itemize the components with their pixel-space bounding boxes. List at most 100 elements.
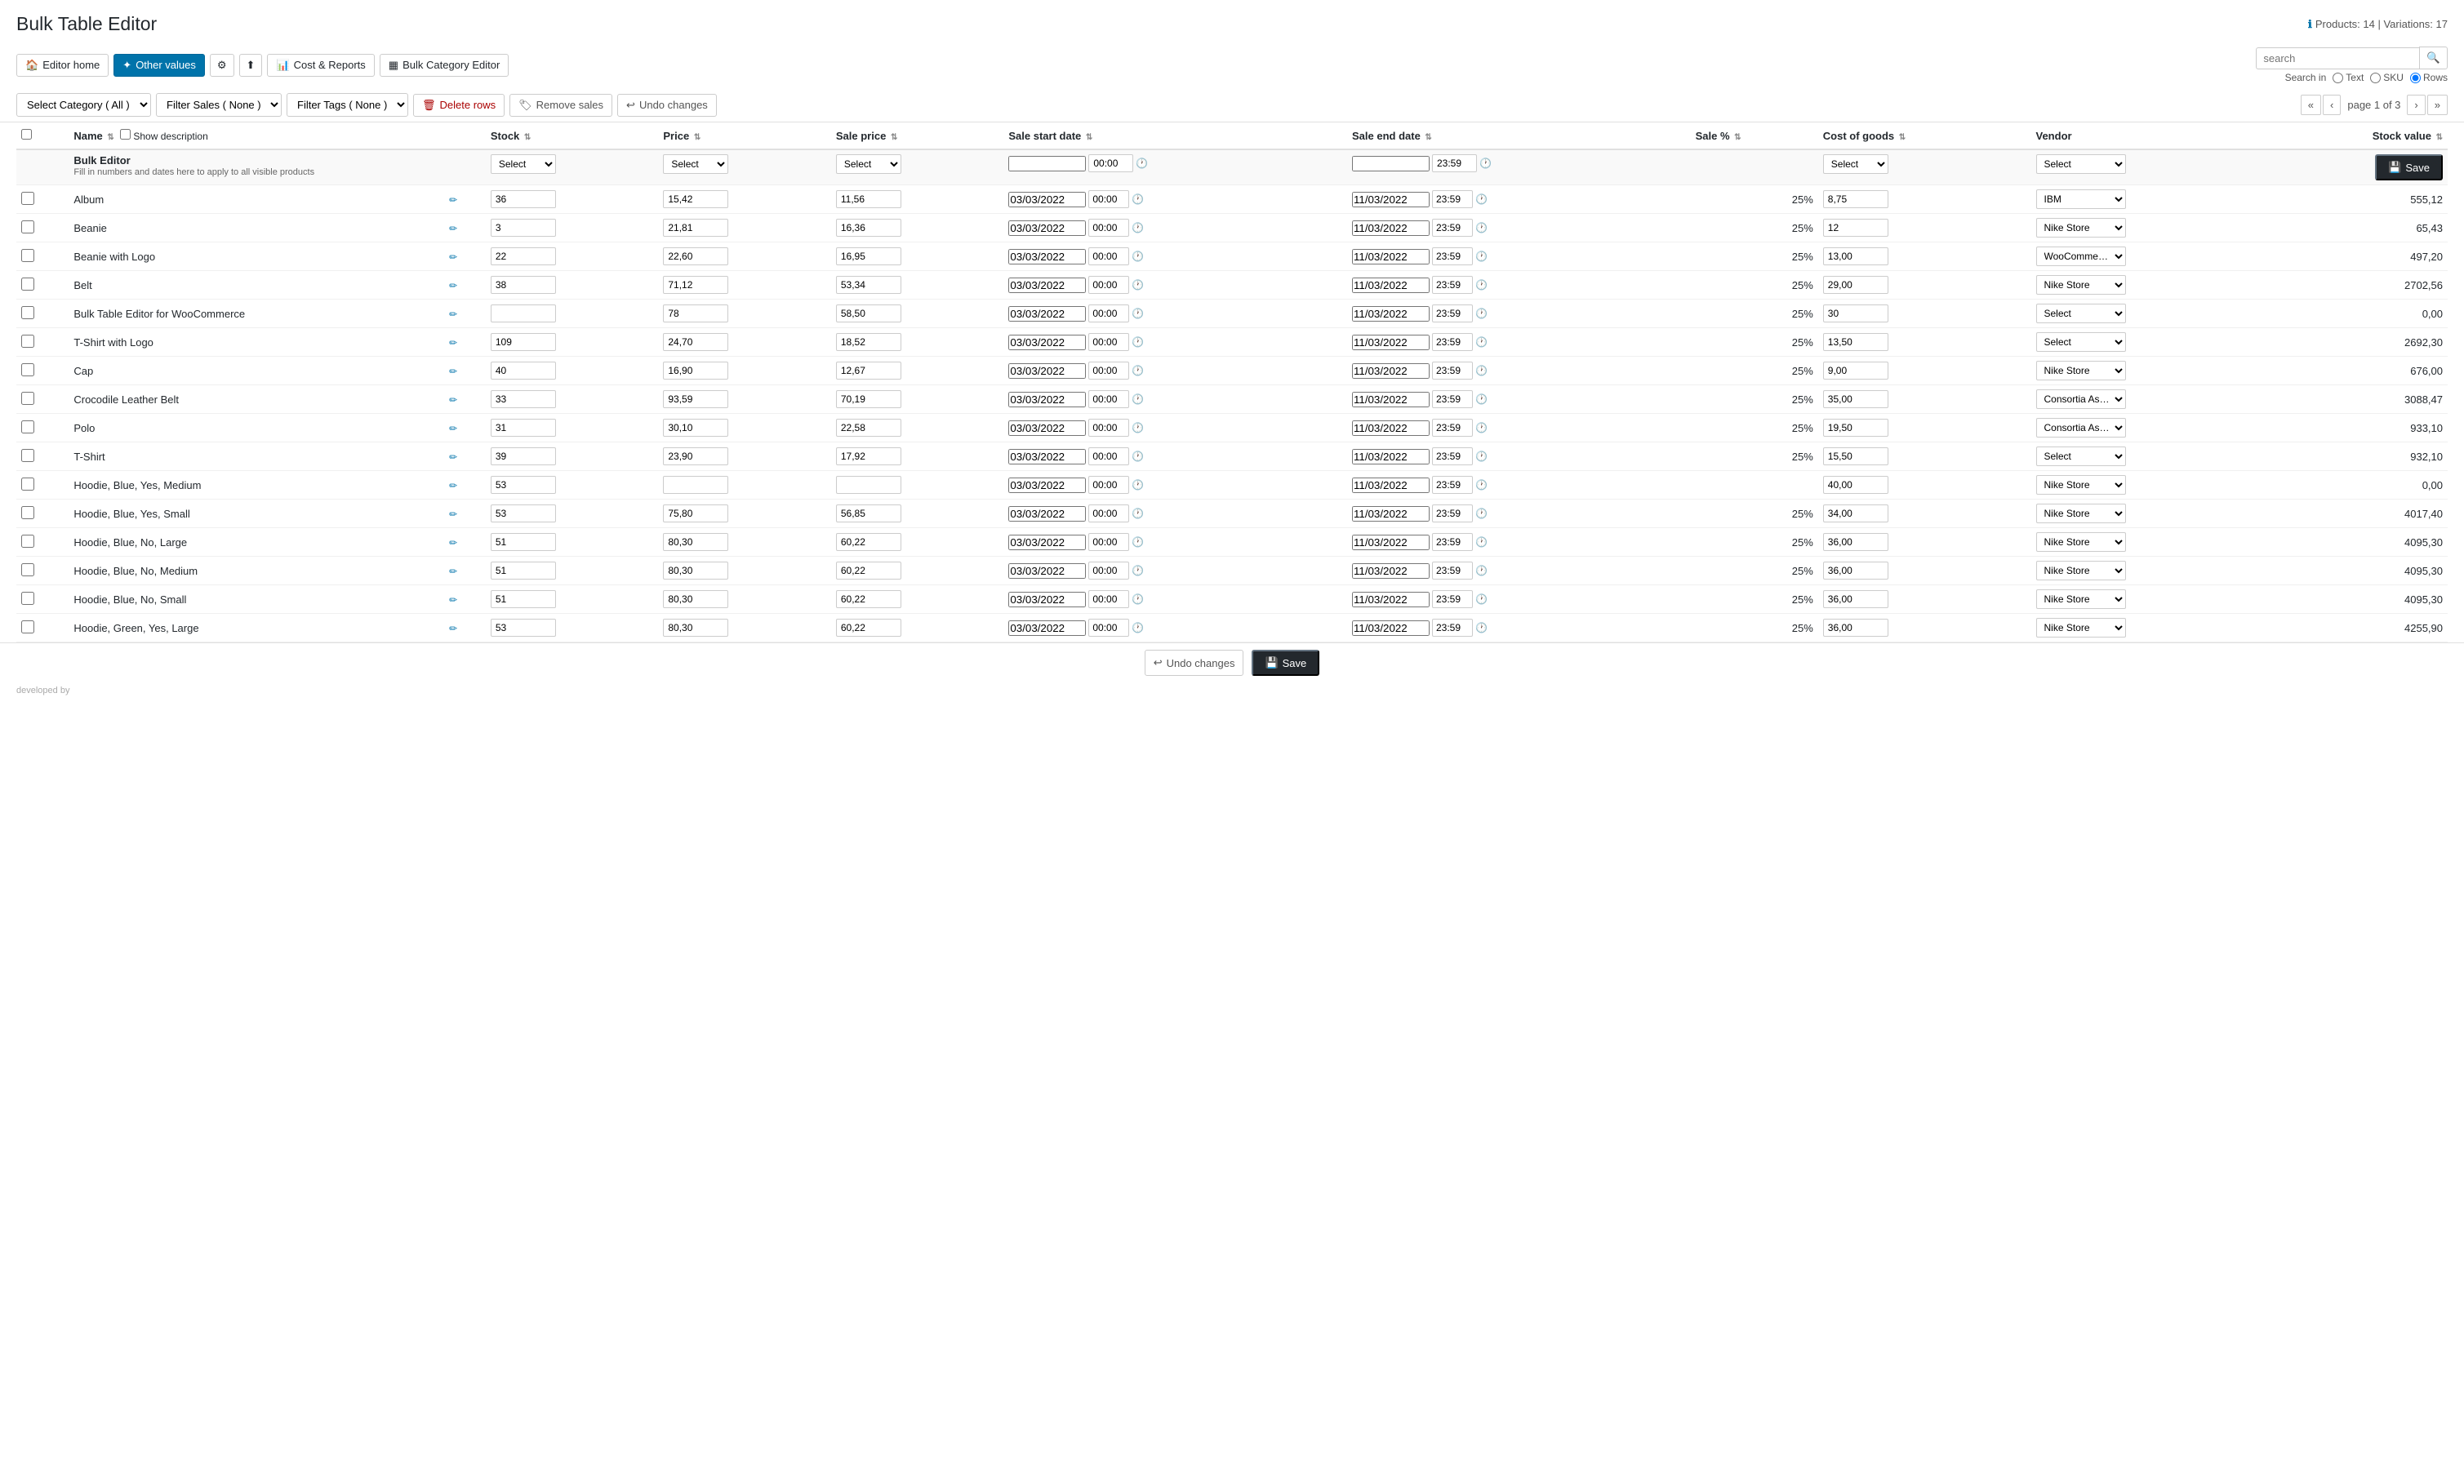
row-sale-start-date-11[interactable]: [1008, 506, 1086, 522]
row-cost-input-6[interactable]: [1823, 362, 1888, 380]
row-sale-price-input-0[interactable]: [836, 190, 901, 208]
row-checkbox-6[interactable]: [21, 363, 34, 376]
row-sale-price-input-10[interactable]: [836, 476, 901, 494]
row-sale-price-input-8[interactable]: [836, 419, 901, 437]
row-sale-price-input-9[interactable]: [836, 447, 901, 465]
row-sale-end-date-9[interactable]: [1352, 449, 1430, 464]
row-sale-end-time-5[interactable]: [1432, 333, 1473, 351]
row-end-clock-0[interactable]: 🕐: [1475, 193, 1488, 205]
row-checkbox-0[interactable]: [21, 192, 34, 205]
row-sale-end-date-7[interactable]: [1352, 392, 1430, 407]
col-sale-end-header[interactable]: Sale end date ⇅: [1347, 122, 1691, 149]
col-stock-val-header[interactable]: Stock value ⇅: [2260, 122, 2448, 149]
row-edit-icon-4[interactable]: ✏: [449, 309, 457, 320]
search-input[interactable]: [2256, 47, 2419, 69]
editor-home-button[interactable]: 🏠 Editor home: [16, 54, 109, 77]
row-sale-start-date-6[interactable]: [1008, 363, 1086, 379]
row-sale-price-input-14[interactable]: [836, 590, 901, 608]
row-stock-input-0[interactable]: [491, 190, 556, 208]
bulk-stock-select[interactable]: Select: [491, 154, 556, 174]
row-cost-input-14[interactable]: [1823, 590, 1888, 608]
row-cost-input-4[interactable]: [1823, 304, 1888, 322]
row-price-input-3[interactable]: [663, 276, 728, 294]
row-price-input-9[interactable]: [663, 447, 728, 465]
row-sale-end-time-10[interactable]: [1432, 476, 1473, 494]
row-stock-input-7[interactable]: [491, 390, 556, 408]
row-checkbox-4[interactable]: [21, 306, 34, 319]
row-start-clock-4[interactable]: 🕐: [1132, 308, 1144, 319]
row-end-clock-12[interactable]: 🕐: [1475, 536, 1488, 548]
row-edit-icon-6[interactable]: ✏: [449, 366, 457, 377]
row-checkbox-15[interactable]: [21, 620, 34, 633]
row-end-clock-6[interactable]: 🕐: [1475, 365, 1488, 376]
row-sale-end-time-4[interactable]: [1432, 304, 1473, 322]
row-cost-input-7[interactable]: [1823, 390, 1888, 408]
row-edit-icon-15[interactable]: ✏: [449, 623, 457, 634]
row-cost-input-12[interactable]: [1823, 533, 1888, 551]
row-sale-start-time-13[interactable]: [1088, 562, 1129, 580]
row-vendor-select-4[interactable]: Select: [2036, 304, 2126, 323]
search-rows-option[interactable]: Rows: [2410, 72, 2448, 83]
row-sale-end-time-8[interactable]: [1432, 419, 1473, 437]
row-sale-start-date-8[interactable]: [1008, 420, 1086, 436]
row-sale-start-time-9[interactable]: [1088, 447, 1129, 465]
undo-changes-button-top[interactable]: ↩ Undo changes: [617, 94, 717, 117]
row-checkbox-3[interactable]: [21, 278, 34, 291]
col-sale-start-header[interactable]: Sale start date ⇅: [1003, 122, 1347, 149]
pagination-prev[interactable]: ‹: [2323, 95, 2341, 115]
row-price-input-10[interactable]: [663, 476, 728, 494]
row-stock-input-15[interactable]: [491, 619, 556, 637]
row-edit-icon-13[interactable]: ✏: [449, 566, 457, 577]
row-sale-price-input-7[interactable]: [836, 390, 901, 408]
row-edit-icon-0[interactable]: ✏: [449, 194, 457, 206]
row-price-input-8[interactable]: [663, 419, 728, 437]
delete-rows-button[interactable]: 🗑 Delete rows: [413, 94, 505, 117]
row-sale-start-time-6[interactable]: [1088, 362, 1129, 380]
bulk-category-editor-button[interactable]: ▦ Bulk Category Editor: [380, 54, 509, 77]
row-vendor-select-6[interactable]: Nike Store: [2036, 361, 2126, 380]
upload-button[interactable]: ⬆: [239, 54, 263, 77]
row-start-clock-10[interactable]: 🕐: [1132, 479, 1144, 491]
row-sale-price-input-13[interactable]: [836, 562, 901, 580]
settings-button[interactable]: ⚙: [210, 54, 234, 77]
row-checkbox-8[interactable]: [21, 420, 34, 433]
row-sale-start-date-3[interactable]: [1008, 278, 1086, 293]
row-sale-end-date-2[interactable]: [1352, 249, 1430, 264]
row-sale-start-time-0[interactable]: [1088, 190, 1129, 208]
row-stock-input-9[interactable]: [491, 447, 556, 465]
row-start-clock-8[interactable]: 🕐: [1132, 422, 1144, 433]
row-checkbox-5[interactable]: [21, 335, 34, 348]
row-end-clock-13[interactable]: 🕐: [1475, 565, 1488, 576]
row-checkbox-14[interactable]: [21, 592, 34, 605]
row-sale-end-date-10[interactable]: [1352, 478, 1430, 493]
row-vendor-select-13[interactable]: Nike Store: [2036, 561, 2126, 580]
row-price-input-6[interactable]: [663, 362, 728, 380]
bulk-end-time-input[interactable]: [1432, 154, 1477, 172]
row-price-input-7[interactable]: [663, 390, 728, 408]
row-sale-end-time-0[interactable]: [1432, 190, 1473, 208]
row-sale-start-time-2[interactable]: [1088, 247, 1129, 265]
row-end-clock-11[interactable]: 🕐: [1475, 508, 1488, 519]
row-vendor-select-15[interactable]: Nike Store: [2036, 618, 2126, 638]
row-end-clock-9[interactable]: 🕐: [1475, 451, 1488, 462]
row-sale-start-date-5[interactable]: [1008, 335, 1086, 350]
row-vendor-select-0[interactable]: IBM: [2036, 189, 2126, 209]
row-sale-end-time-14[interactable]: [1432, 590, 1473, 608]
row-sale-price-input-11[interactable]: [836, 504, 901, 522]
row-sale-start-time-15[interactable]: [1088, 619, 1129, 637]
row-sale-price-input-1[interactable]: [836, 219, 901, 237]
row-sale-start-date-12[interactable]: [1008, 535, 1086, 550]
row-stock-input-1[interactable]: [491, 219, 556, 237]
bulk-end-date-input[interactable]: [1352, 156, 1430, 171]
row-start-clock-9[interactable]: 🕐: [1132, 451, 1144, 462]
search-sku-option[interactable]: SKU: [2370, 72, 2404, 83]
row-sale-end-date-14[interactable]: [1352, 592, 1430, 607]
row-checkbox-12[interactable]: [21, 535, 34, 548]
row-edit-icon-11[interactable]: ✏: [449, 509, 457, 520]
row-sale-start-date-10[interactable]: [1008, 478, 1086, 493]
tags-filter[interactable]: Filter Tags ( None ): [287, 93, 408, 117]
row-cost-input-2[interactable]: [1823, 247, 1888, 265]
row-sale-end-time-7[interactable]: [1432, 390, 1473, 408]
other-values-button[interactable]: ✦ Other values: [113, 54, 205, 77]
bulk-start-date-input[interactable]: [1008, 156, 1086, 171]
